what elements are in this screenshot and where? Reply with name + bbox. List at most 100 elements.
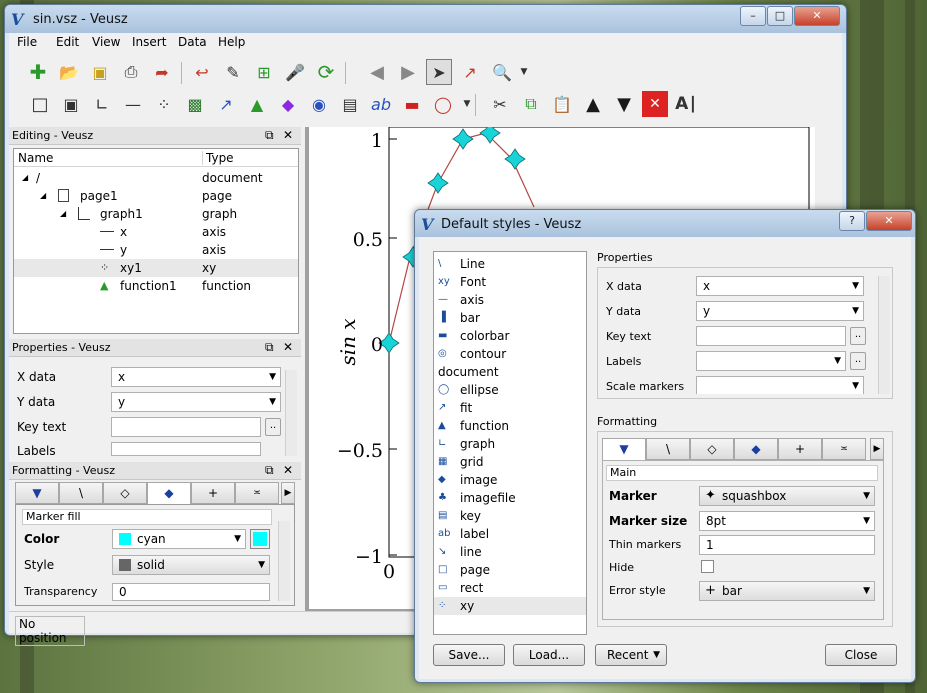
undock-icon[interactable]: ⧉ xyxy=(265,127,274,144)
menu-insert[interactable]: Insert xyxy=(132,35,166,49)
widget-list-item-page[interactable]: □ page xyxy=(434,561,586,579)
recent-styles-button[interactable]: Recent ▼ xyxy=(595,644,667,666)
tab-fill-below[interactable]: ≍ xyxy=(235,482,279,504)
dialog-close-button[interactable]: ✕ xyxy=(866,211,912,231)
add-label-icon[interactable]: ab xyxy=(368,91,394,117)
load-styles-button[interactable]: Load... xyxy=(513,644,585,666)
style-combo[interactable]: solid ▼ xyxy=(112,555,270,575)
dock-close-icon[interactable]: ✕ xyxy=(283,127,293,144)
formatting-scrollbar[interactable] xyxy=(278,521,290,601)
widget-list-item-grid[interactable]: ▦ grid xyxy=(434,453,586,471)
widget-list-item-imagefile[interactable]: ♣ imagefile xyxy=(434,489,586,507)
next-page-icon[interactable]: ▶ xyxy=(395,59,421,85)
x-data-combo[interactable]: x ▼ xyxy=(111,367,281,387)
add-graph-icon[interactable]: ∟ xyxy=(89,91,115,117)
tab-marker-border[interactable]: ◇ xyxy=(103,482,147,504)
widget-list-item-bar[interactable]: ▐ bar xyxy=(434,309,586,327)
key-text-field[interactable] xyxy=(111,417,261,437)
add-page-icon[interactable]: □ xyxy=(27,91,53,117)
widget-list-item-fit[interactable]: ↗ fit xyxy=(434,399,586,417)
help-button[interactable]: ? xyxy=(839,211,865,231)
col-name-header[interactable]: Name xyxy=(18,151,53,165)
tree-row-function1[interactable]: ▲ function1 function xyxy=(14,277,298,295)
add-xy-icon[interactable]: ⁘ xyxy=(151,91,177,117)
add-shape-icon[interactable]: ◯ xyxy=(430,91,456,117)
new-document-icon[interactable]: ✚ xyxy=(25,59,51,85)
cut-icon[interactable]: ✂ xyxy=(487,91,513,117)
menu-file[interactable]: File xyxy=(17,35,37,49)
tab-error-bars[interactable]: + xyxy=(778,438,822,460)
menu-edit[interactable]: Edit xyxy=(56,35,79,49)
dialog-prop-edit-button[interactable]: .. xyxy=(850,352,866,370)
tab-marker-fill[interactable]: ◆ xyxy=(734,438,778,460)
widget-list-item-contour[interactable]: ◎ contour xyxy=(434,345,586,363)
widget-list-item-line[interactable]: \ Line xyxy=(434,255,586,273)
tab-marker-border[interactable]: ◇ xyxy=(690,438,734,460)
widget-list-item-document[interactable]: document xyxy=(434,363,586,381)
zoom-dropdown-icon[interactable]: ▼ xyxy=(511,59,537,85)
transparency-field[interactable]: 0 xyxy=(112,583,270,601)
widget-list-item-axis[interactable]: — axis xyxy=(434,291,586,309)
move-up-icon[interactable]: ▲ xyxy=(580,91,606,117)
hide-checkbox[interactable] xyxy=(701,560,714,573)
create-dataset-icon[interactable]: ⊞ xyxy=(251,59,277,85)
tab-scroll-right[interactable]: ▶ xyxy=(870,438,884,460)
add-function-icon[interactable]: ▲ xyxy=(244,91,270,117)
color-picker-button[interactable] xyxy=(250,529,270,549)
shape-dropdown-icon[interactable]: ▼ xyxy=(454,91,480,117)
add-axis-icon[interactable]: — xyxy=(120,91,146,117)
labels-combo[interactable] xyxy=(111,442,261,456)
dialog-properties-scrollbar[interactable] xyxy=(878,276,890,394)
add-contour-icon[interactable]: ◉ xyxy=(306,91,332,117)
tree-row-xy1[interactable]: ⁘ xy1 xy xyxy=(14,259,298,277)
dialog-prop-field[interactable]: ▼ xyxy=(696,351,846,371)
y-data-combo[interactable]: y ▼ xyxy=(111,392,281,412)
paste-icon[interactable]: 📋 xyxy=(549,91,575,117)
select-pointer-icon[interactable]: ➤ xyxy=(426,59,452,85)
tab-fill-below[interactable]: ≍ xyxy=(822,438,866,460)
properties-scrollbar[interactable] xyxy=(285,370,297,456)
read-coordinates-icon[interactable]: ↗ xyxy=(457,59,483,85)
undock-icon[interactable]: ⧉ xyxy=(265,339,274,356)
color-combo[interactable]: cyan ▼ xyxy=(112,529,246,549)
add-fit-icon[interactable]: ↗ xyxy=(213,91,239,117)
capture-data-icon[interactable]: 🎤 xyxy=(282,59,308,85)
dialog-prop-field[interactable]: ▼ xyxy=(696,376,864,394)
tab-line-formatting[interactable]: \ xyxy=(646,438,690,460)
widget-list-item-graph[interactable]: ∟ graph xyxy=(434,435,586,453)
close-dialog-button[interactable]: Close xyxy=(825,644,897,666)
widget-list-item-image[interactable]: ◆ image xyxy=(434,471,586,489)
tree-row-document[interactable]: ◢ / document xyxy=(14,169,298,187)
col-type-header[interactable]: Type xyxy=(202,151,234,165)
tab-marker-fill[interactable]: ◆ xyxy=(147,482,191,504)
export-icon[interactable]: ➦ xyxy=(149,59,175,85)
dialog-prop-field[interactable] xyxy=(696,326,846,346)
thin-markers-field[interactable]: 1 xyxy=(699,535,875,555)
minimize-button[interactable]: – xyxy=(740,6,766,26)
open-folder-icon[interactable]: 📂 xyxy=(56,59,82,85)
dialog-prop-edit-button[interactable]: .. xyxy=(850,327,866,345)
close-window-button[interactable]: ✕ xyxy=(794,6,840,26)
menu-help[interactable]: Help xyxy=(218,35,245,49)
tab-error-bars[interactable]: + xyxy=(191,482,235,504)
edit-data-icon[interactable]: ✎ xyxy=(220,59,246,85)
add-colorbar-icon[interactable]: ▬ xyxy=(399,91,425,117)
dock-close-icon[interactable]: ✕ xyxy=(283,462,293,479)
tab-scroll-right[interactable]: ▶ xyxy=(281,482,295,504)
tree-row-x[interactable]: x axis xyxy=(14,223,298,241)
delete-icon[interactable]: ✕ xyxy=(642,91,668,117)
error-style-combo[interactable]: + bar ▼ xyxy=(699,581,875,601)
marker-size-combo[interactable]: 8pt ▼ xyxy=(699,511,875,531)
undock-icon[interactable]: ⧉ xyxy=(265,462,274,479)
tree-row-graph1[interactable]: ◢ graph1 graph xyxy=(14,205,298,223)
marker-combo[interactable]: ✦ squashbox ▼ xyxy=(699,486,875,506)
previous-page-icon[interactable]: ◀ xyxy=(364,59,390,85)
widget-list-item-xy[interactable]: ⁘ xy xyxy=(434,597,586,615)
tab-main-formatting[interactable]: ▼ xyxy=(602,438,646,460)
key-text-edit-button[interactable]: .. xyxy=(265,418,281,436)
widget-list-item-font[interactable]: xy Font xyxy=(434,273,586,291)
dialog-prop-field[interactable]: x ▼ xyxy=(696,276,864,296)
dialog-prop-field[interactable]: y ▼ xyxy=(696,301,864,321)
widget-list-item-label[interactable]: ab label xyxy=(434,525,586,543)
reload-data-icon[interactable]: ⟳ xyxy=(313,59,339,85)
